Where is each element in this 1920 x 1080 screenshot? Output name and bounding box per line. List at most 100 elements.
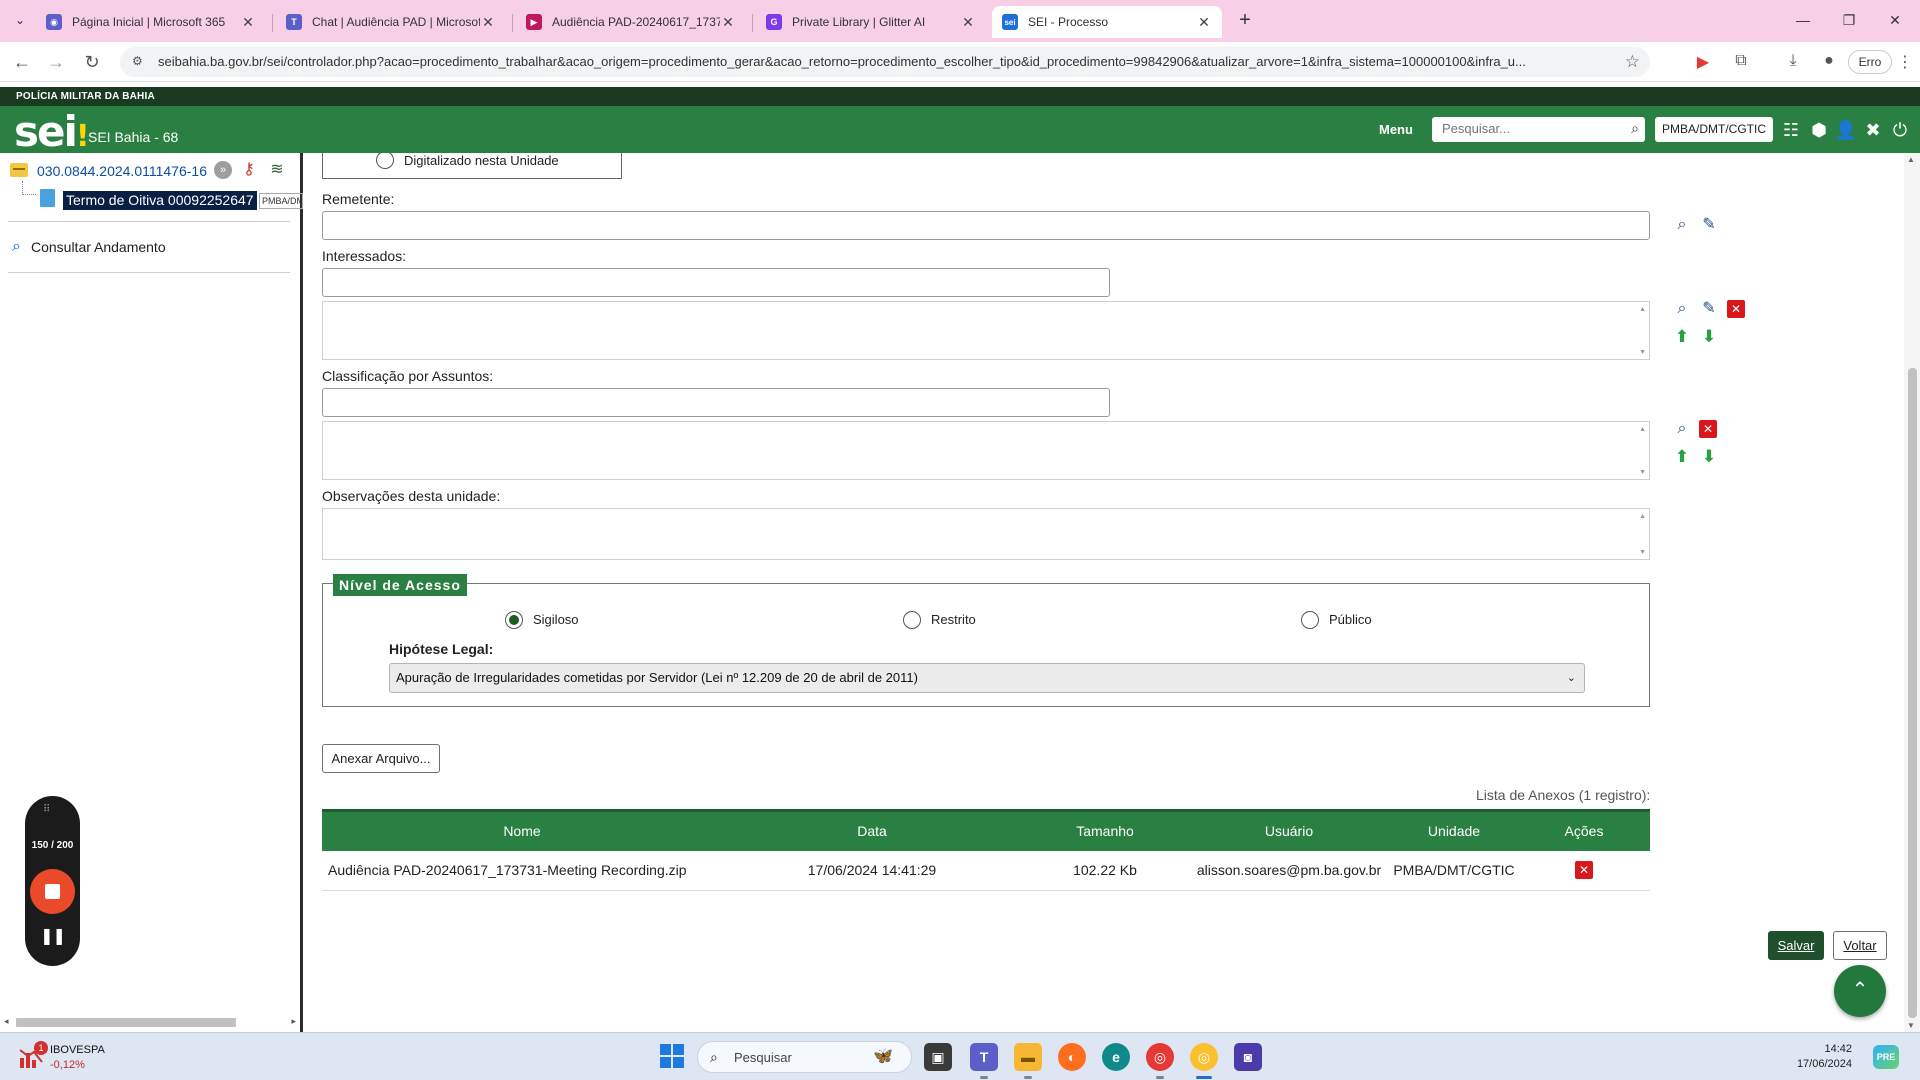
tab-audiencia-recording[interactable]: ▶ Audiência PAD-20240617_1737 ✕ [516, 6, 746, 38]
scroll-right-icon[interactable]: ▸ [291, 1016, 296, 1027]
classificacao-input[interactable] [322, 388, 1110, 417]
tab-glitter-ai[interactable]: G Private Library | Glitter AI ✕ [756, 6, 986, 38]
scroll-up-icon[interactable]: ▲ [1907, 155, 1915, 164]
avatar[interactable]: ● [1818, 52, 1840, 72]
teams-icon[interactable]: T [970, 1043, 998, 1071]
profile-error-button[interactable]: Erro [1848, 50, 1892, 74]
restore-icon[interactable]: ❐ [1826, 8, 1872, 32]
observacoes-textarea[interactable]: ▲ ▼ [322, 508, 1650, 560]
search-remetente-icon[interactable]: ⌕ [1672, 215, 1692, 235]
scroll-down-icon[interactable]: ▼ [1639, 469, 1646, 476]
search-interessados-icon[interactable]: ⌕ [1672, 299, 1692, 319]
bookmark-star-icon[interactable]: ☆ [1625, 52, 1640, 72]
sei-logo[interactable]: sei! [14, 107, 90, 156]
pause-icon[interactable]: ❚❚ [25, 926, 80, 946]
hipotese-legal-select[interactable]: Apuração de Irregularidades cometidas po… [389, 663, 1585, 693]
sei-search-input[interactable] [1442, 121, 1622, 136]
scrollbar-thumb[interactable] [1908, 368, 1917, 1018]
remetente-input[interactable] [322, 211, 1650, 240]
scroll-down-icon[interactable]: ▼ [1907, 1021, 1915, 1030]
publico-radio[interactable] [1301, 611, 1319, 629]
address-bar[interactable]: ⚙ seibahia.ba.gov.br/sei/controlador.php… [120, 47, 1650, 77]
url-text[interactable]: seibahia.ba.gov.br/sei/controlador.php?a… [158, 54, 1598, 69]
notification-icon[interactable]: PRE [1873, 1045, 1899, 1069]
browser-menu-icon[interactable]: ⋮ [1894, 52, 1916, 72]
close-tab-icon[interactable]: ✕ [960, 14, 976, 31]
page-vertical-scrollbar[interactable]: ▲ ▼ [1904, 153, 1920, 1032]
classificacao-list[interactable]: ▲ ▼ [322, 421, 1650, 480]
key-icon[interactable]: ⚷ [240, 161, 258, 179]
restrito-radio[interactable] [903, 611, 921, 629]
scroll-down-icon[interactable]: ▼ [1639, 549, 1646, 556]
sigiloso-radio[interactable] [505, 611, 523, 629]
remove-interessado-icon[interactable]: ✕ [1727, 300, 1745, 318]
scroll-up-icon[interactable]: ▲ [1639, 513, 1646, 520]
drag-handle-icon[interactable]: ⠿ [43, 804, 51, 815]
anexar-arquivo-button[interactable]: Anexar Arquivo... [322, 744, 440, 773]
power-icon[interactable]: ⏻ [1888, 118, 1912, 142]
interessados-input[interactable] [322, 268, 1110, 297]
tree-horizontal-scrollbar[interactable]: ◂ ▸ [4, 1015, 296, 1029]
voltar-button[interactable]: Voltar [1833, 931, 1887, 960]
consultar-andamento-link[interactable]: ⌕ Consultar Andamento [12, 238, 166, 256]
extensions-icon[interactable]: ⧉ [1730, 52, 1752, 72]
selected-document-node[interactable]: Termo de Oitiva 00092252647 [63, 191, 257, 210]
close-window-icon[interactable]: ✕ [1872, 8, 1918, 32]
tools-icon[interactable]: ✖ [1861, 118, 1885, 142]
remove-classificacao-icon[interactable]: ✕ [1699, 420, 1717, 438]
tab-sei-processo[interactable]: sei SEI - Processo ✕ [992, 6, 1222, 38]
file-explorer-icon[interactable]: ▬ [1014, 1043, 1042, 1071]
tab-microsoft-365[interactable]: ◉ Página Inicial | Microsoft 365 ✕ [36, 6, 266, 38]
sei-search-box[interactable]: ⌕ [1432, 117, 1645, 142]
youtube-extension-icon[interactable]: ▶ [1692, 52, 1714, 72]
salvar-button[interactable]: Salvar [1768, 931, 1824, 960]
download-icon[interactable]: ⤓ [1782, 52, 1804, 72]
move-down-arrow-icon[interactable]: ⬇ [1699, 327, 1719, 347]
menu-button[interactable]: Menu [1379, 122, 1413, 137]
forward-icon[interactable]: → [44, 50, 68, 74]
scroll-up-icon[interactable]: ▲ [1639, 426, 1646, 433]
search-icon[interactable]: ⌕ [1631, 120, 1639, 137]
stock-widget[interactable]: 1 IBOVESPA -0,12% [18, 1041, 148, 1075]
process-number-link[interactable]: 030.0844.2024.0111476-16 [37, 163, 207, 179]
back-icon[interactable]: ← [10, 50, 34, 74]
recorder-app-icon[interactable]: ◙ [1234, 1043, 1262, 1071]
search-classificacao-icon[interactable]: ⌕ [1672, 419, 1692, 439]
taskbar-search[interactable]: ⌕ Pesquisar 🦋 [697, 1041, 912, 1073]
move-up-arrow-icon[interactable]: ⬆ [1672, 327, 1692, 347]
list-view-icon[interactable]: ☷ [1779, 118, 1803, 142]
new-tab-button[interactable]: + [1234, 9, 1256, 31]
back-to-top-button[interactable]: ⌃ [1834, 965, 1886, 1017]
close-tab-icon[interactable]: ✕ [240, 14, 256, 31]
site-info-icon[interactable]: ⚙ [132, 54, 148, 70]
scroll-down-icon[interactable]: ▼ [1639, 349, 1646, 356]
scrollbar-thumb[interactable] [16, 1018, 236, 1027]
scroll-left-icon[interactable]: ◂ [4, 1016, 9, 1027]
notification-alert-icon[interactable]: ⬢ [1807, 118, 1831, 142]
system-clock[interactable]: 14:42 17/06/2024 [1790, 1042, 1852, 1072]
chrome-icon[interactable]: ◎ [1146, 1043, 1174, 1071]
edge-icon[interactable]: e [1102, 1043, 1130, 1071]
chrome-profile-icon[interactable]: ◎ [1190, 1043, 1218, 1071]
minimize-icon[interactable]: — [1780, 8, 1826, 32]
task-view-icon[interactable]: ▣ [924, 1043, 952, 1071]
tab-teams-chat[interactable]: T Chat | Audiência PAD | Microsof ✕ [276, 6, 506, 38]
stop-recording-button[interactable] [30, 869, 75, 914]
database-icon[interactable]: ≋ [268, 161, 286, 179]
unit-selector-button[interactable]: PMBA/DMT/CGTIC [1655, 117, 1773, 142]
scroll-up-icon[interactable]: ▲ [1639, 306, 1646, 313]
move-up-arrow-icon[interactable]: ⬆ [1672, 447, 1692, 467]
forward-process-icon[interactable]: » [214, 161, 232, 179]
firefox-icon[interactable]: ◐ [1058, 1043, 1086, 1071]
close-tab-icon[interactable]: ✕ [480, 14, 496, 31]
close-tab-icon[interactable]: ✕ [720, 14, 736, 31]
user-icon[interactable]: 👤 [1834, 118, 1858, 142]
remove-anexo-icon[interactable]: ✕ [1575, 861, 1593, 880]
interessados-list[interactable]: ▲ ▼ [322, 301, 1650, 360]
move-down-arrow-icon[interactable]: ⬇ [1699, 447, 1719, 467]
tab-search-dropdown-icon[interactable]: ⌄ [8, 8, 32, 32]
close-tab-icon[interactable]: ✕ [1196, 14, 1212, 31]
reload-icon[interactable]: ↻ [80, 50, 104, 74]
edit-remetente-icon[interactable]: ✎ [1699, 215, 1719, 235]
edit-interessados-icon[interactable]: ✎ [1699, 299, 1719, 319]
